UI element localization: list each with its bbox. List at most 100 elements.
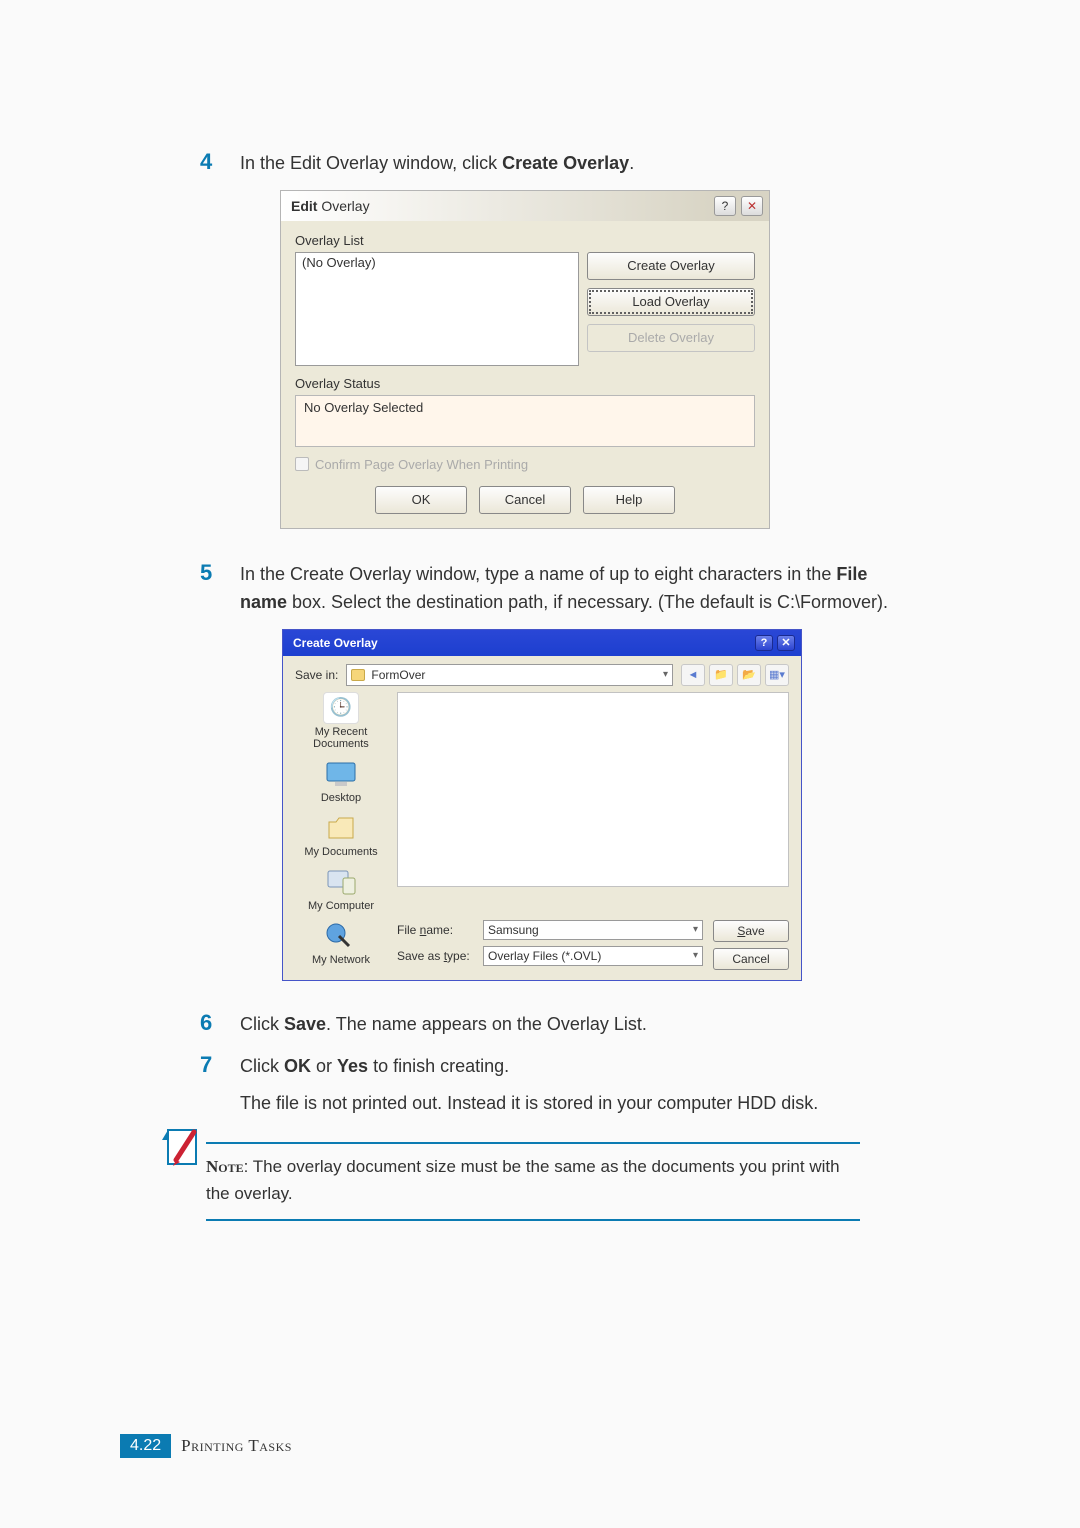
save-button[interactable]: Save [713,920,789,942]
step-6-bold: Save [284,1014,326,1034]
step-4-bold: Create Overlay [502,153,629,173]
delete-overlay-button: Delete Overlay [587,324,755,352]
save-in-row: Save in: FormOver ▾ ◄ 📁 📂 ▦▾ [295,664,789,686]
create-bottom-row: My Network File name: Samsung ▾ Save as … [295,920,789,970]
save-in-value: FormOver [371,668,425,682]
create-overlay-body: Save in: FormOver ▾ ◄ 📁 📂 ▦▾ [283,656,801,980]
save-in-tool-buttons: ◄ 📁 📂 ▦▾ [681,664,789,686]
confirm-label: Confirm Page Overlay When Printing [315,457,528,472]
edit-overlay-dialog: Edit Overlay ? ✕ Overlay List (No Overla… [280,190,770,529]
file-name-row: File name: Samsung ▾ [397,920,703,940]
my-computer[interactable]: My Computer [308,866,374,912]
save-in-label: Save in: [295,668,338,682]
note-label: Note [206,1157,244,1176]
step-7: 7 Click OK or Yes to finish creating. [200,1053,910,1081]
titlebar-buttons: ? ✕ [714,196,763,216]
edit-overlay-bottom-buttons: OK Cancel Help [295,486,755,514]
folder-icon [351,669,365,681]
new-folder-button[interactable]: 📂 [737,664,761,686]
note-text: : The overlay document size must be the … [206,1157,840,1202]
chevron-down-icon: ▾ [663,669,668,680]
step-7-post: to finish creating. [368,1056,509,1076]
content-area: 4 In the Edit Overlay window, click Crea… [200,150,910,1221]
overlay-list[interactable]: (No Overlay) [295,252,579,366]
step-5-post: box. Select the destination path, if nec… [287,592,888,612]
step-5: 5 In the Create Overlay window, type a n… [200,561,910,617]
overlay-status-label: Overlay Status [295,376,755,391]
step-4: 4 In the Edit Overlay window, click Crea… [200,150,910,178]
edit-overlay-title: Edit Overlay [291,198,370,214]
help-titlebar-button[interactable]: ? [714,196,736,216]
step-number: 4 [200,150,240,174]
ok-button[interactable]: OK [375,486,467,514]
my-documents[interactable]: My Documents [304,812,377,858]
my-computer-icon [323,866,359,898]
save-as-type-row: Save as type: Overlay Files (*.OVL) ▾ [397,946,703,966]
save-in-dropdown[interactable]: FormOver ▾ [346,664,673,686]
overlay-list-item[interactable]: (No Overlay) [302,255,572,270]
my-recent-documents[interactable]: 🕒 My Recent Documents [295,692,387,750]
page-number-badge: 4.22 [120,1434,171,1458]
help-button[interactable]: Help [583,486,675,514]
step-number: 5 [200,561,240,585]
close-titlebar-button[interactable]: ✕ [741,196,763,216]
cancel-button[interactable]: Cancel [479,486,571,514]
create-overlay-titlebar: Create Overlay ? ✕ [283,630,801,656]
my-network-label: My Network [312,954,370,966]
body-paragraph: The file is not printed out. Instead it … [240,1090,910,1118]
file-area[interactable] [397,692,789,887]
back-button[interactable]: ◄ [681,664,705,686]
edit-overlay-titlebar: Edit Overlay ? ✕ [281,191,769,221]
my-network-icon [323,920,359,952]
create-overlay-title: Create Overlay [293,636,378,650]
step-number: 6 [200,1011,240,1035]
my-documents-label: My Documents [304,846,377,858]
up-one-level-button[interactable]: 📁 [709,664,733,686]
create-main-row: 🕒 My Recent Documents Desktop [295,692,789,912]
file-name-value: Samsung [488,923,539,937]
confirm-page-overlay-check: Confirm Page Overlay When Printing [295,457,755,472]
step-6-post: . The name appears on the Overlay List. [326,1014,647,1034]
create-actions: Save Cancel [713,920,789,970]
save-as-type-dropdown[interactable]: Overlay Files (*.OVL) ▾ [483,946,703,966]
edit-overlay-title-word: Overlay [321,198,369,214]
desktop[interactable]: Desktop [321,758,361,804]
step-4-pre: In the Edit Overlay window, click [240,153,502,173]
create-cancel-button[interactable]: Cancel [713,948,789,970]
note-icon [160,1124,206,1170]
file-name-label: File name: [397,923,475,937]
step-7-bold2: Yes [337,1056,368,1076]
desktop-label: Desktop [321,792,361,804]
step-7-pre: Click [240,1056,284,1076]
overlay-status-text: No Overlay Selected [304,400,746,415]
my-documents-icon [323,812,359,844]
step-text: In the Create Overlay window, type a nam… [240,561,910,617]
load-overlay-button[interactable]: Load Overlay [587,288,755,316]
save-as-type-label: Save as type: [397,949,475,963]
note-body: Note: The overlay document size must be … [206,1142,860,1221]
close-titlebar-button[interactable]: ✕ [777,635,795,651]
section-title: Printing Tasks [181,1436,292,1456]
file-name-input[interactable]: Samsung ▾ [483,920,703,940]
create-titlebar-buttons: ? ✕ [755,635,795,651]
recent-docs-icon: 🕒 [323,692,359,724]
checkbox-icon [295,457,309,471]
step-4-post: . [629,153,634,173]
chevron-down-icon: ▾ [693,924,698,935]
views-button[interactable]: ▦▾ [765,664,789,686]
help-titlebar-button[interactable]: ? [755,635,773,651]
step-text: Click Save. The name appears on the Over… [240,1011,910,1039]
step-7-bold1: OK [284,1056,311,1076]
create-overlay-button[interactable]: Create Overlay [587,252,755,280]
save-as-type-value: Overlay Files (*.OVL) [488,949,601,963]
step-text: Click OK or Yes to finish creating. [240,1053,910,1081]
file-fields: File name: Samsung ▾ Save as type: Overl… [397,920,703,966]
overlay-list-row: (No Overlay) Create Overlay Load Overlay… [295,252,755,366]
overlay-status-box: No Overlay Selected [295,395,755,447]
my-network[interactable]: My Network [295,920,387,966]
page-footer: 4.22 Printing Tasks [120,1434,292,1458]
step-6-pre: Click [240,1014,284,1034]
chevron-down-icon: ▾ [693,950,698,961]
document-page: 4 In the Edit Overlay window, click Crea… [0,0,1080,1528]
step-text: In the Edit Overlay window, click Create… [240,150,910,178]
